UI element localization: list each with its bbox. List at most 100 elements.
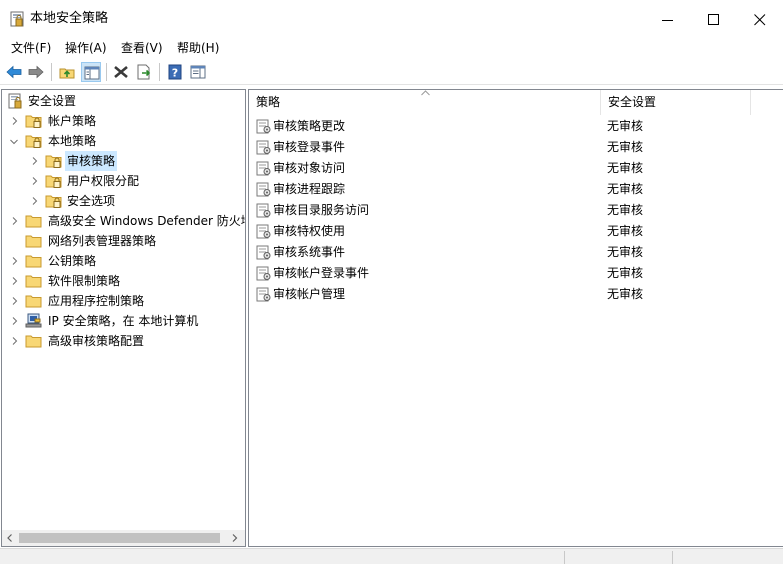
delete-button[interactable] bbox=[111, 62, 131, 82]
tree-item-label: 软件限制策略 bbox=[48, 274, 121, 288]
tree-item-public-key-policies[interactable]: 公钥策略 bbox=[5, 251, 245, 271]
export-list-button[interactable] bbox=[134, 62, 154, 82]
scroll-left-icon[interactable] bbox=[6, 534, 14, 542]
scroll-right-icon[interactable] bbox=[231, 534, 239, 542]
menu-action[interactable]: 操作(A) bbox=[64, 40, 108, 56]
list-item[interactable]: 审核帐户管理 无审核 bbox=[249, 284, 783, 305]
help-button[interactable]: ? bbox=[165, 62, 185, 82]
tree-item-security-settings[interactable]: 安全设置 bbox=[5, 91, 245, 111]
toolbar-separator bbox=[106, 63, 107, 81]
properties-pane-button[interactable] bbox=[188, 62, 208, 82]
folder-icon bbox=[25, 233, 43, 249]
tree-item-label: 公钥策略 bbox=[48, 254, 97, 268]
tree-item-windows-defender-firewall[interactable]: 高级安全 Windows Defender 防火墙 bbox=[5, 211, 245, 231]
folder-icon bbox=[25, 333, 43, 349]
maximize-button[interactable] bbox=[691, 0, 737, 38]
menu-file[interactable]: 文件(F) bbox=[10, 40, 52, 56]
tree-item-account-policies[interactable]: 帐户策略 bbox=[5, 111, 245, 131]
tree-item-network-list-manager[interactable]: 网络列表管理器策略 bbox=[5, 231, 245, 251]
policy-name: 审核策略更改 bbox=[273, 119, 346, 133]
tree-item-ip-security-policies[interactable]: IP 安全策略，在 本地计算机 bbox=[5, 311, 245, 331]
console-tree-pane[interactable]: 安全设置 帐户策略 本地策略 审核策略 用户权限分配 安全选项 高级安全 Win… bbox=[1, 89, 246, 547]
policy-value: 无审核 bbox=[607, 140, 644, 154]
tree-item-label: 高级安全 Windows Defender 防火墙 bbox=[48, 214, 246, 228]
list-item[interactable]: 审核系统事件 无审核 bbox=[249, 242, 783, 263]
list-item[interactable]: 审核进程跟踪 无审核 bbox=[249, 179, 783, 200]
list-item[interactable]: 审核登录事件 无审核 bbox=[249, 137, 783, 158]
tree-item-advanced-audit-policy[interactable]: 高级审核策略配置 bbox=[5, 331, 245, 351]
chevron-right-icon[interactable] bbox=[11, 217, 19, 225]
help-icon: ? bbox=[168, 64, 182, 80]
chevron-right-icon[interactable] bbox=[31, 157, 39, 165]
chevron-right-icon[interactable] bbox=[11, 297, 19, 305]
folder-lock-icon bbox=[25, 113, 43, 129]
tree-horizontal-scrollbar[interactable] bbox=[2, 530, 245, 546]
policy-setting-icon bbox=[256, 287, 272, 302]
policy-name: 审核系统事件 bbox=[273, 245, 346, 259]
list-item[interactable]: 审核策略更改 无审核 bbox=[249, 116, 783, 137]
folder-icon bbox=[25, 293, 43, 309]
list-item[interactable]: 审核目录服务访问 无审核 bbox=[249, 200, 783, 221]
chevron-right-icon[interactable] bbox=[11, 317, 19, 325]
security-settings-icon bbox=[7, 93, 25, 109]
close-icon bbox=[754, 14, 766, 26]
policy-setting-icon bbox=[256, 119, 272, 134]
tree-item-user-rights-assignment[interactable]: 用户权限分配 bbox=[5, 171, 245, 191]
policy-setting-icon bbox=[256, 224, 272, 239]
window-title: 本地安全策略 bbox=[30, 11, 109, 26]
chevron-right-icon[interactable] bbox=[11, 257, 19, 265]
policy-setting-icon bbox=[256, 161, 272, 176]
toolbar: ? bbox=[0, 59, 783, 85]
local-security-policy-window: 本地安全策略 文件(F) 操作(A) 查看(V) 帮助(H) ? 安全设置 帐户… bbox=[0, 0, 783, 564]
chevron-right-icon[interactable] bbox=[31, 177, 39, 185]
tree-item-label: 用户权限分配 bbox=[67, 174, 140, 188]
list-item[interactable]: 审核帐户登录事件 无审核 bbox=[249, 263, 783, 284]
tree-item-label: 网络列表管理器策略 bbox=[48, 234, 157, 248]
policy-name: 审核特权使用 bbox=[273, 224, 346, 238]
minimize-icon bbox=[662, 20, 673, 21]
menu-help[interactable]: 帮助(H) bbox=[176, 40, 220, 56]
chevron-right-icon[interactable] bbox=[11, 117, 19, 125]
status-bar bbox=[0, 548, 783, 564]
up-folder-icon bbox=[59, 68, 75, 79]
chevron-right-icon[interactable] bbox=[31, 197, 39, 205]
policy-value: 无审核 bbox=[607, 224, 644, 238]
chevron-down-icon[interactable] bbox=[10, 138, 18, 146]
policy-setting-icon bbox=[256, 266, 272, 281]
policy-value: 无审核 bbox=[607, 245, 644, 259]
back-button[interactable] bbox=[4, 62, 24, 82]
folder-lock-icon bbox=[45, 173, 63, 189]
chevron-right-icon[interactable] bbox=[11, 277, 19, 285]
tree-item-security-options[interactable]: 安全选项 bbox=[5, 191, 245, 211]
up-one-level-button[interactable] bbox=[57, 62, 77, 82]
show-hide-console-tree-button[interactable] bbox=[81, 62, 101, 82]
policy-name: 审核登录事件 bbox=[273, 140, 346, 154]
scrollbar-thumb[interactable] bbox=[19, 533, 220, 543]
chevron-right-icon[interactable] bbox=[11, 337, 19, 345]
policy-setting-icon bbox=[256, 182, 272, 197]
ip-security-icon bbox=[25, 313, 43, 329]
tree-item-label: 本地策略 bbox=[48, 134, 97, 148]
tree-item-label: 应用程序控制策略 bbox=[48, 294, 145, 308]
column-header-security-setting[interactable]: 安全设置 bbox=[601, 90, 751, 115]
forward-button[interactable] bbox=[26, 62, 46, 82]
list-item[interactable]: 审核特权使用 无审核 bbox=[249, 221, 783, 242]
list-item[interactable]: 审核对象访问 无审核 bbox=[249, 158, 783, 179]
tree-item-software-restriction[interactable]: 软件限制策略 bbox=[5, 271, 245, 291]
properties-pane-icon bbox=[190, 65, 206, 79]
policy-value: 无审核 bbox=[607, 119, 644, 133]
export-list-icon bbox=[137, 64, 151, 80]
close-button[interactable] bbox=[737, 0, 783, 38]
tree-item-label: 安全选项 bbox=[67, 194, 116, 208]
policy-setting-icon bbox=[256, 140, 272, 155]
tree-item-application-control[interactable]: 应用程序控制策略 bbox=[5, 291, 245, 311]
details-pane[interactable]: 策略 安全设置 审核策略更改 无审核 审核登录事件 无审核 审核对象访问 无审核… bbox=[248, 89, 783, 547]
toolbar-separator bbox=[159, 63, 160, 81]
folder-lock-icon bbox=[45, 193, 63, 209]
tree-item-local-policies[interactable]: 本地策略 bbox=[5, 131, 245, 151]
column-header-policy[interactable]: 策略 bbox=[249, 90, 601, 115]
policy-name: 审核目录服务访问 bbox=[273, 203, 370, 217]
minimize-button[interactable] bbox=[645, 0, 691, 38]
tree-item-audit-policy[interactable]: 审核策略 bbox=[5, 151, 245, 171]
menu-view[interactable]: 查看(V) bbox=[120, 40, 164, 56]
